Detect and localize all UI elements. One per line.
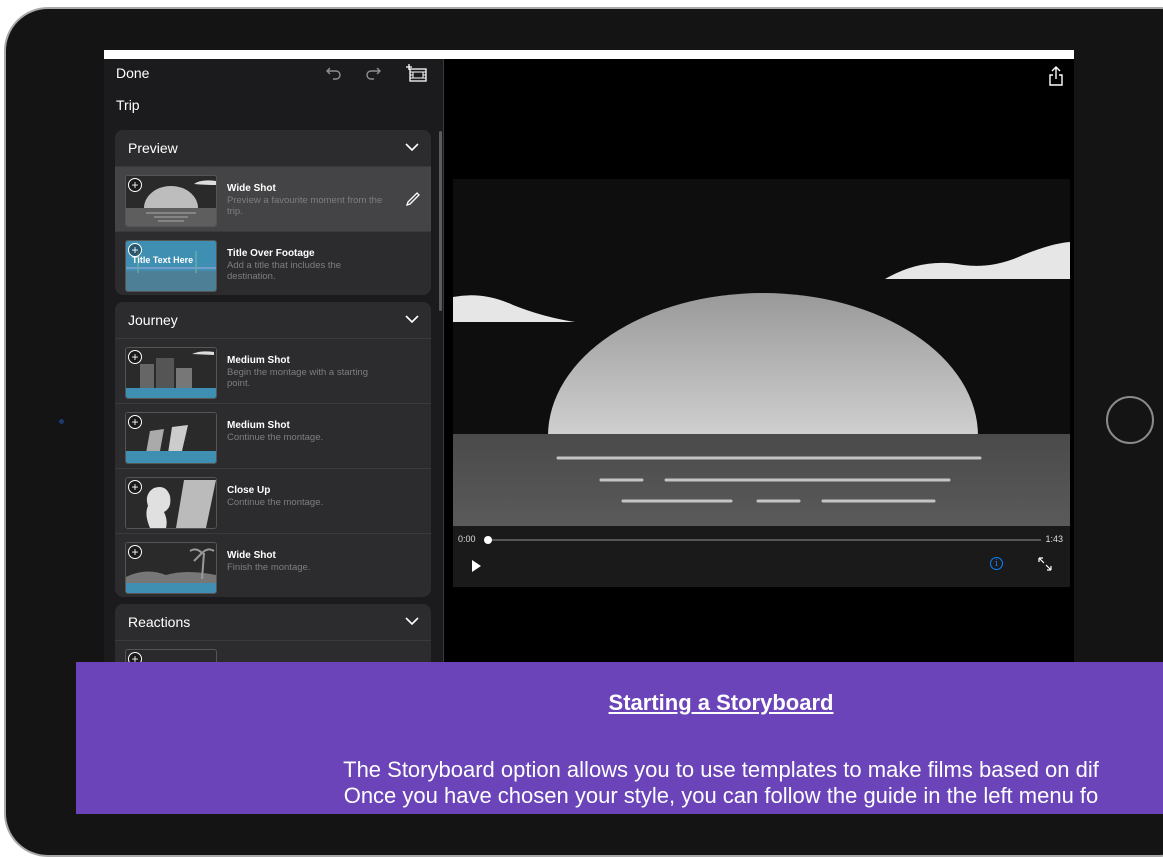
plus-icon[interactable]: + xyxy=(128,545,142,559)
clip-title: Medium Shot xyxy=(227,420,290,431)
chevron-down-icon[interactable] xyxy=(405,314,419,324)
list-item[interactable]: + Medium Shot Begin the montage with a s… xyxy=(115,339,431,404)
section-title: Journey xyxy=(128,312,178,328)
section-header[interactable]: Preview xyxy=(115,130,431,167)
banner-title: Starting a Storyboard xyxy=(608,690,834,715)
thumbnail-wide-shot: + xyxy=(125,175,217,227)
chevron-down-icon[interactable] xyxy=(405,142,419,152)
project-title: Trip xyxy=(116,97,140,113)
total-time: 1:43 xyxy=(1045,534,1063,544)
thumbnail-city: + xyxy=(125,347,217,399)
undo-icon[interactable] xyxy=(324,63,344,83)
section-preview: Preview + Wide Shot Preview a favourite … xyxy=(115,130,431,295)
clip-title: Title Over Footage xyxy=(227,248,315,259)
list-item[interactable]: + Wide Shot Finish the montage. xyxy=(115,534,431,597)
plus-icon[interactable]: + xyxy=(128,480,142,494)
thumbnail-title-text: Title Text Here xyxy=(132,255,194,265)
banner-line: The Storyboard option allows you to use … xyxy=(343,757,1099,782)
thumbnail-road: + xyxy=(125,412,217,464)
plus-icon[interactable]: + xyxy=(128,178,142,192)
scrubber-track[interactable] xyxy=(487,539,1041,541)
clip-description: Finish the montage. xyxy=(227,562,311,573)
clip-title: Medium Shot xyxy=(227,355,290,366)
banner-line: Once you have chosen your style, you can… xyxy=(343,783,1099,808)
scrubber-handle[interactable] xyxy=(484,536,492,544)
clip-description: Preview a favourite moment from the trip… xyxy=(227,195,383,217)
share-icon[interactable] xyxy=(1047,65,1065,87)
video-player: 0:00 1:43 i xyxy=(453,179,1070,587)
section-header[interactable]: Reactions xyxy=(115,604,431,641)
plus-icon[interactable]: + xyxy=(128,243,142,257)
status-bar xyxy=(104,50,1074,59)
clip-description: Continue the montage. xyxy=(227,497,324,508)
list-item[interactable]: Title Text Here + Title Over Footage Add… xyxy=(115,232,431,295)
thumbnail-close-up: + xyxy=(125,477,217,529)
clip-title: Wide Shot xyxy=(227,550,276,561)
section-journey: Journey + Medium Shot Begin the montage … xyxy=(115,302,431,597)
chevron-down-icon[interactable] xyxy=(405,616,419,626)
clip-description: Begin the montage with a starting point. xyxy=(227,367,369,389)
playback-controls: 0:00 1:43 i xyxy=(453,526,1070,587)
thumbnail-beach: + xyxy=(125,542,217,594)
add-clip-icon[interactable] xyxy=(404,63,428,83)
camera xyxy=(59,419,64,424)
video-frame[interactable] xyxy=(453,179,1070,526)
info-icon[interactable]: i xyxy=(990,557,1003,570)
clip-description: Continue the montage. xyxy=(227,432,324,443)
plus-icon[interactable]: + xyxy=(128,415,142,429)
done-button[interactable]: Done xyxy=(116,65,149,81)
home-button[interactable] xyxy=(1106,396,1154,444)
banner-body: The Storyboard option allows you to use … xyxy=(76,757,1163,809)
section-title: Preview xyxy=(128,140,178,156)
expand-icon[interactable] xyxy=(1038,557,1052,571)
list-item[interactable]: + Medium Shot Continue the montage. xyxy=(115,404,431,469)
thumbnail-title-over-footage: Title Text Here + xyxy=(125,240,217,292)
sidebar-scrollbar[interactable] xyxy=(439,131,442,311)
clip-title: Close Up xyxy=(227,485,271,496)
play-icon[interactable] xyxy=(472,560,481,572)
redo-icon[interactable] xyxy=(363,63,383,83)
current-time: 0:00 xyxy=(458,534,476,544)
pencil-icon[interactable] xyxy=(405,191,421,207)
tutorial-banner: Starting a Storyboard The Storyboard opt… xyxy=(76,662,1163,814)
section-header[interactable]: Journey xyxy=(115,302,431,339)
clip-title: Wide Shot xyxy=(227,183,276,194)
plus-icon[interactable]: + xyxy=(128,350,142,364)
list-item[interactable]: + Close Up Continue the montage. xyxy=(115,469,431,534)
section-title: Reactions xyxy=(128,614,191,630)
list-item[interactable]: + Wide Shot Preview a favourite moment f… xyxy=(115,167,431,232)
clip-description: Add a title that includes the destinatio… xyxy=(227,260,342,282)
